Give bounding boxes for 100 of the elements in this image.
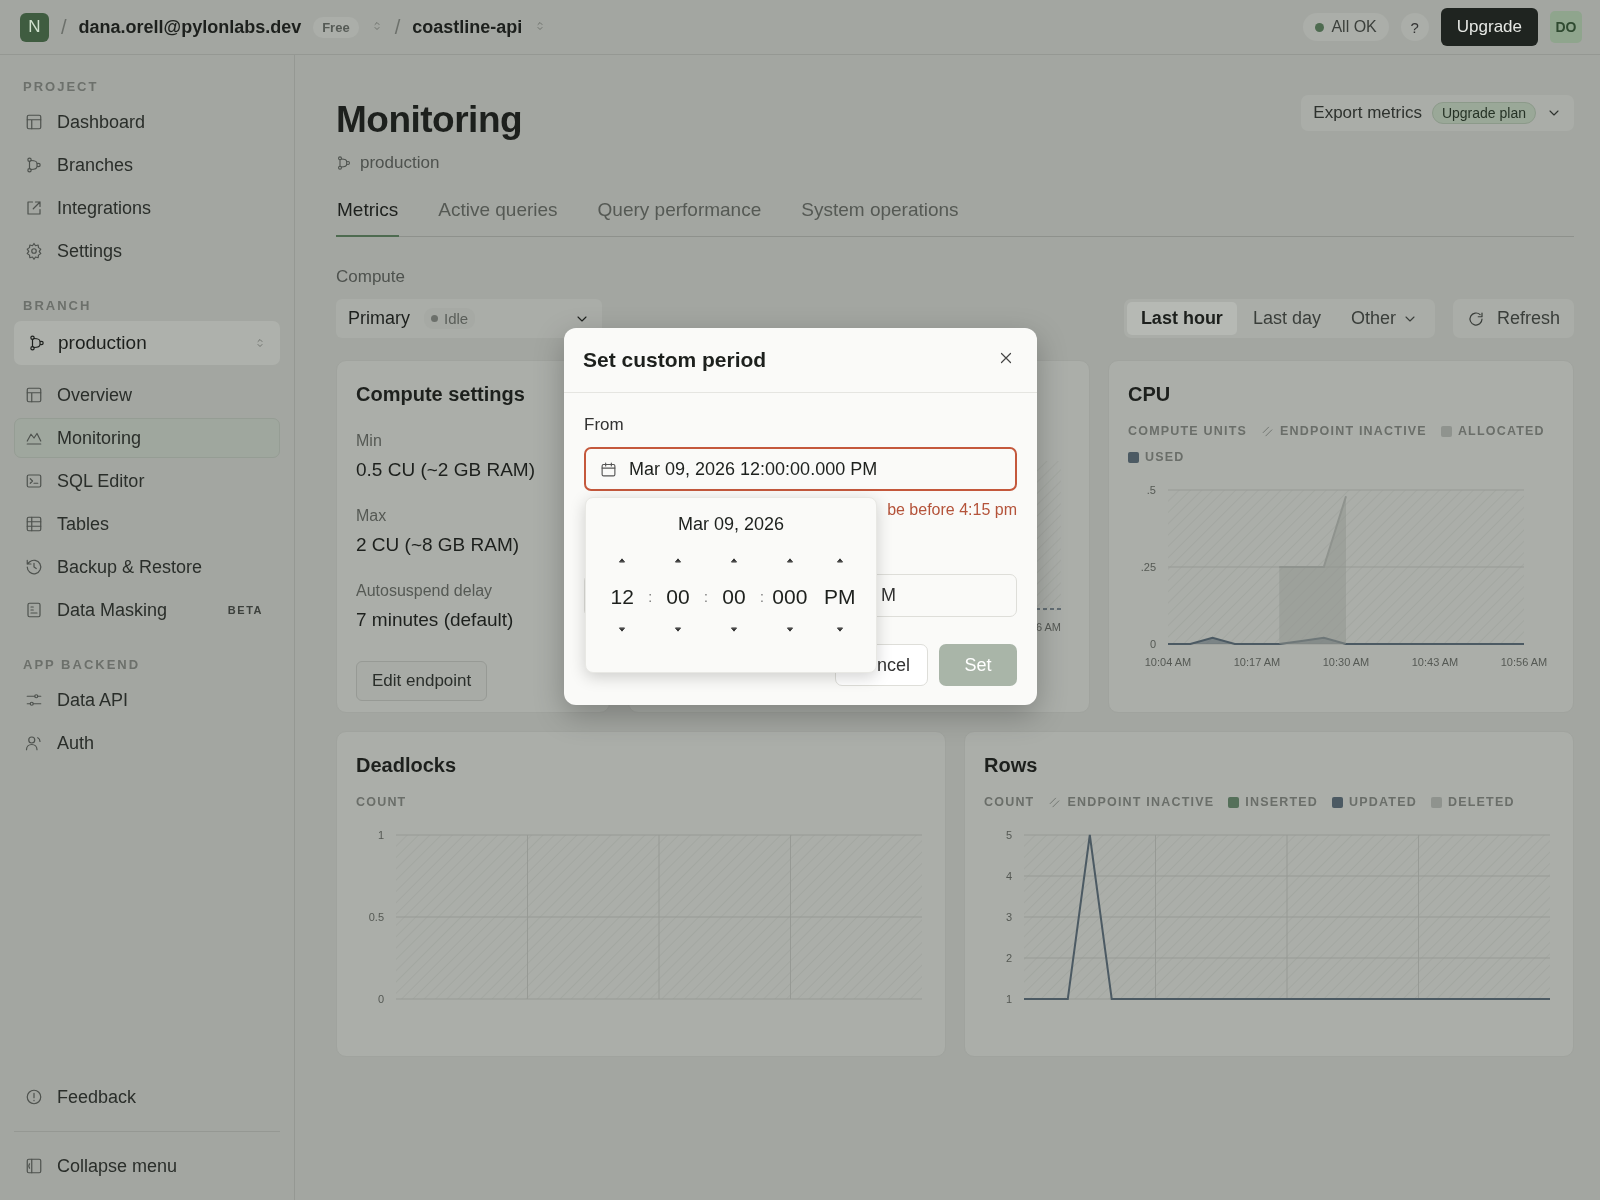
tab[interactable]: Active queries xyxy=(437,199,559,237)
axis-label: 10:30 AM xyxy=(1322,656,1370,668)
branch-icon xyxy=(28,334,46,352)
picker-date: Mar 09, 2026 xyxy=(677,514,785,535)
status-dot xyxy=(1315,22,1325,32)
card-title: Rows xyxy=(984,754,1039,777)
legend-label: ENDPOINT INACTIVE xyxy=(1067,795,1215,809)
axis-label: 3 xyxy=(1005,911,1012,923)
branch-icon xyxy=(25,156,43,174)
branch-icon xyxy=(336,155,352,171)
axis-title: COUNT xyxy=(984,795,1035,809)
axis-label: .5 xyxy=(1146,484,1156,496)
beta-label: BETA xyxy=(227,604,263,616)
card-title: CPU xyxy=(1128,383,1172,406)
tab[interactable]: Query performance xyxy=(596,199,763,237)
dialog-title: Set custom period xyxy=(583,348,767,372)
tab[interactable]: System operations xyxy=(800,199,960,237)
legend-label: DELETED xyxy=(1448,795,1515,809)
legend-label: USED xyxy=(1145,450,1185,464)
nav-item[interactable]: Branches xyxy=(14,145,280,185)
nav-item[interactable]: Monitoring xyxy=(14,418,280,458)
branch-label: production xyxy=(360,153,440,173)
branch-select[interactable]: production xyxy=(14,321,280,365)
settings-icon xyxy=(25,242,43,260)
axis-label: 1 xyxy=(377,829,384,841)
user-icon xyxy=(25,734,43,752)
range-option[interactable]: Last hour xyxy=(1126,302,1237,335)
card-title: Deadlocks xyxy=(356,754,458,777)
upgrade-badge: Upgrade plan xyxy=(1431,102,1536,124)
time-value[interactable]: 12 xyxy=(610,585,634,609)
nav-item[interactable]: Collapse menu xyxy=(14,1146,280,1186)
breadcrumb-separator: / xyxy=(394,15,401,39)
nav-item[interactable]: Data Masking BETA xyxy=(14,590,280,630)
axis-label: 6 AM xyxy=(1035,621,1061,633)
nav-item[interactable]: Overview xyxy=(14,375,280,415)
avatar[interactable]: DO xyxy=(1550,11,1582,43)
nav-item[interactable]: Feedback xyxy=(14,1077,280,1117)
help-button[interactable]: ? xyxy=(1400,13,1429,41)
field-value: 2 CU (~8 GB RAM) xyxy=(356,534,521,556)
nav-item[interactable]: Tables xyxy=(14,504,280,544)
status-badge: Idle xyxy=(424,308,476,329)
page-title: Monitoring xyxy=(336,99,523,141)
axis-label: 5 xyxy=(1005,829,1012,841)
account-link[interactable]: dana.orell@pylonlabs.dev xyxy=(78,16,302,38)
legend-label: ALLOCATED xyxy=(1457,424,1545,438)
range-option[interactable]: Other xyxy=(1336,302,1432,335)
field-value: 0.5 CU (~2 GB RAM) xyxy=(356,459,536,481)
axis-title: COMPUTE UNITS xyxy=(1128,424,1248,438)
info-icon xyxy=(25,1088,43,1106)
legend-label: ENDPOINT INACTIVE xyxy=(1280,424,1427,438)
time-value[interactable]: 000 xyxy=(772,585,808,609)
compute-label: Compute xyxy=(336,267,406,287)
axis-label: 0 xyxy=(1149,638,1156,650)
sidebar-icon xyxy=(25,1157,43,1175)
date-field[interactable]: Mar 09, 2026 12:00:00.000 PM xyxy=(584,447,1017,491)
chevron-updown-icon xyxy=(254,337,266,349)
status-pill[interactable]: All OK xyxy=(1303,13,1389,41)
upgrade-button[interactable]: Upgrade xyxy=(1440,8,1538,46)
external-link-icon xyxy=(25,199,43,217)
breadcrumb-separator: / xyxy=(61,15,67,39)
calendar-icon xyxy=(600,460,617,478)
axis-label: 0 xyxy=(377,993,384,1005)
axis-label: 10:04 AM xyxy=(1144,656,1192,668)
nav-item[interactable]: Backup & Restore xyxy=(14,547,280,587)
legend-label: INSERTED xyxy=(1245,795,1319,809)
refresh-icon xyxy=(1466,309,1485,328)
axis-label: .25 xyxy=(1140,561,1156,573)
field-label: Max xyxy=(356,507,388,525)
range-option[interactable]: Last day xyxy=(1238,302,1335,335)
axis-label: 2 xyxy=(1005,952,1012,964)
project-link[interactable]: coastline-api xyxy=(412,16,523,38)
tab[interactable]: Metrics xyxy=(336,199,400,237)
nav-item[interactable]: SQL Editor xyxy=(14,461,280,501)
field-value: 7 minutes (default) xyxy=(356,609,515,631)
refresh-button[interactable]: Refresh xyxy=(1452,299,1574,338)
hatch-icon xyxy=(1048,795,1062,809)
time-separator: : xyxy=(648,589,653,605)
axis-label: 10:56 AM xyxy=(1500,656,1548,668)
error-message: be before 4:15 pm xyxy=(886,501,1017,519)
hatch-icon xyxy=(1261,424,1275,438)
terminal-icon xyxy=(25,472,43,490)
layout-icon xyxy=(25,113,43,131)
time-value[interactable]: PM xyxy=(824,585,856,609)
document-icon xyxy=(25,601,43,619)
axis-label: 10:43 AM xyxy=(1411,656,1459,668)
nav-item[interactable]: Auth xyxy=(14,723,280,763)
nav-item[interactable]: Settings xyxy=(14,231,280,271)
nav-item[interactable]: Integrations xyxy=(14,188,280,228)
time-value[interactable]: 00 xyxy=(666,585,690,609)
edit-endpoint-button[interactable]: Edit endpoint xyxy=(356,661,488,701)
nav-item[interactable]: Dashboard xyxy=(14,102,280,142)
time-value[interactable]: 00 xyxy=(722,585,746,609)
field-label: Autosuspend delay xyxy=(356,582,494,600)
compute-select[interactable]: Primary Idle xyxy=(336,299,602,338)
nav-item[interactable]: Data API xyxy=(14,680,280,720)
export-button[interactable]: Export metrics Upgrade plan xyxy=(1301,95,1574,131)
axis-label: 0.5 xyxy=(368,911,384,923)
history-icon xyxy=(25,558,43,576)
logo[interactable]: N xyxy=(20,12,49,42)
plan-badge: Free xyxy=(313,16,359,38)
